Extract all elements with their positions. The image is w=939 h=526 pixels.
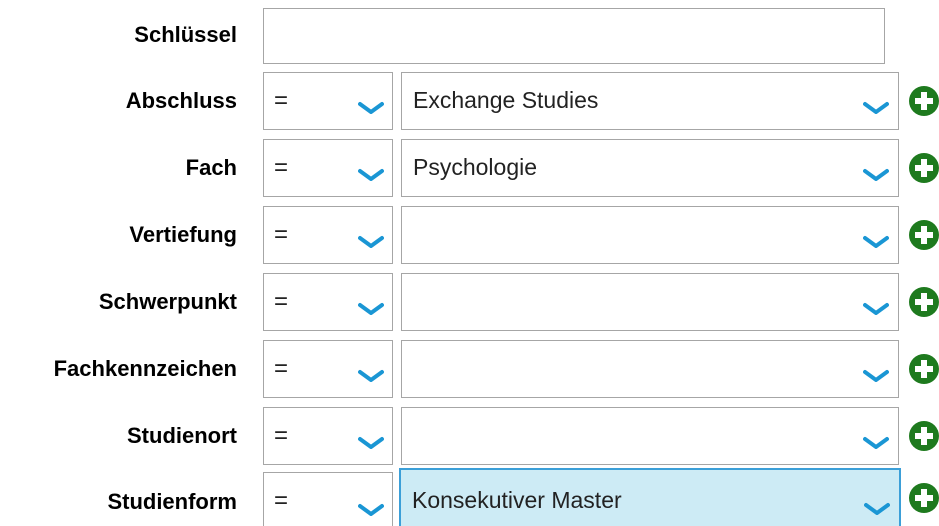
chevron-down-icon [358,102,384,114]
add-abschluss-button[interactable] [909,86,939,116]
chevron-down-icon [863,236,889,248]
value-select-fach[interactable]: Psychologie [401,139,899,197]
value-text: Psychologie [413,154,538,180]
chevron-down-icon [358,370,384,382]
value-text: Konsekutiver Master [412,487,622,513]
operator-value: = [274,221,289,248]
value-select-studienform[interactable]: Konsekutiver Master [399,468,901,526]
operator-value: = [274,487,289,514]
chevron-down-icon [863,102,889,114]
add-schwerpunkt-button[interactable] [909,287,939,317]
operator-select-studienort[interactable]: = [263,407,393,465]
chevron-down-icon [864,503,890,515]
add-studienform-button[interactable] [909,483,939,513]
add-studienort-button[interactable] [909,421,939,451]
value-select-fachkennzeichen[interactable] [401,340,899,398]
operator-select-schwerpunkt[interactable]: = [263,273,393,331]
row-label-vertiefung: Vertiefung [129,222,237,247]
row-label-abschluss: Abschluss [125,88,237,113]
add-vertiefung-button[interactable] [909,220,939,250]
chevron-down-icon [358,437,384,449]
chevron-down-icon [863,437,889,449]
row-label-fach: Fach [185,155,237,180]
chevron-down-icon [358,169,384,181]
chevron-down-icon [863,370,889,382]
row-label-studienform: Studienform [107,489,237,514]
value-select-studienort[interactable] [401,407,899,465]
row-label-studienort: Studienort [127,423,237,448]
value-text: Exchange Studies [413,87,599,113]
add-fachkennzeichen-button[interactable] [909,354,939,384]
operator-value: = [274,422,289,449]
value-select-vertiefung[interactable] [401,206,899,264]
operator-value: = [274,154,289,181]
chevron-down-icon [863,169,889,181]
operator-select-abschluss[interactable]: = [263,72,393,130]
operator-value: = [274,87,289,114]
operator-select-studienform[interactable]: = [263,472,393,526]
operator-value: = [274,288,289,315]
operator-select-fachkennzeichen[interactable]: = [263,340,393,398]
value-select-schwerpunkt[interactable] [401,273,899,331]
key-input[interactable] [263,8,885,64]
chevron-down-icon [358,303,384,315]
operator-select-vertiefung[interactable]: = [263,206,393,264]
chevron-down-icon [863,303,889,315]
chevron-down-icon [358,236,384,248]
operator-select-fach[interactable]: = [263,139,393,197]
operator-value: = [274,355,289,382]
chevron-down-icon [358,504,384,516]
add-fach-button[interactable] [909,153,939,183]
row-label-fachkennzeichen: Fachkennzeichen [53,356,237,381]
key-label: Schlüssel [134,22,237,47]
row-label-schwerpunkt: Schwerpunkt [98,289,237,314]
value-select-abschluss[interactable]: Exchange Studies [401,72,899,130]
